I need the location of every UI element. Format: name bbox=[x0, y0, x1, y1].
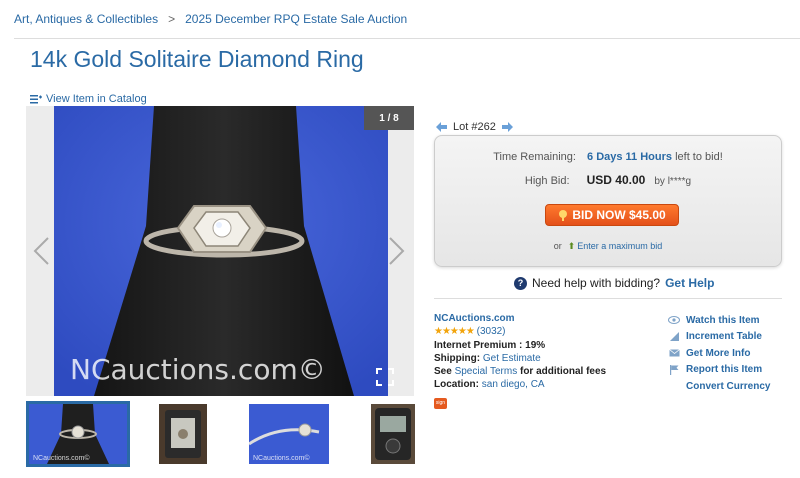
report-item-label: Report this Item bbox=[686, 364, 763, 376]
rating-stars: ★★★★★ bbox=[434, 326, 475, 338]
item-photo: NCauctions.com© bbox=[54, 106, 388, 396]
sign-badge-icon: sign bbox=[434, 397, 447, 409]
get-help-link[interactable]: Get Help bbox=[665, 276, 714, 290]
shipping-label: Shipping: bbox=[434, 352, 481, 364]
list-icon bbox=[30, 94, 42, 103]
enter-max-bid-link[interactable]: Enter a maximum bid bbox=[577, 241, 662, 251]
terms-prefix: See bbox=[434, 366, 452, 378]
high-bid-row: High Bid: USD 40.00 by l****g bbox=[435, 173, 781, 187]
question-icon: ? bbox=[514, 276, 527, 290]
previous-image-arrow-icon[interactable] bbox=[32, 236, 52, 266]
increment-table-label: Increment Table bbox=[686, 331, 762, 343]
time-remaining-suffix: left to bid! bbox=[675, 151, 723, 163]
gavel-icon bbox=[559, 209, 568, 221]
location-value[interactable]: san diego, CA bbox=[482, 379, 545, 390]
thumbnail-watermark: NCauctions.com© bbox=[33, 455, 90, 462]
increment-table-link[interactable]: Increment Table bbox=[668, 329, 770, 346]
eye-icon bbox=[668, 315, 680, 325]
next-image-arrow-icon[interactable] bbox=[386, 236, 406, 266]
divider bbox=[14, 38, 800, 39]
bidding-help: ? Need help with bidding? Get Help bbox=[514, 276, 714, 290]
breadcrumb-category-link[interactable]: Art, Antiques & Collectibles bbox=[14, 12, 158, 26]
view-in-catalog-link[interactable]: View Item in Catalog bbox=[30, 93, 147, 105]
thumbnail-4[interactable] bbox=[371, 404, 415, 464]
breadcrumb-auction-link[interactable]: 2025 December RPQ Estate Sale Auction bbox=[185, 12, 407, 26]
internet-premium-label: Internet Premium : bbox=[434, 339, 523, 351]
fullscreen-icon[interactable] bbox=[376, 368, 394, 386]
lot-number: Lot #262 bbox=[453, 121, 496, 133]
up-arrow-icon: ⬆ bbox=[567, 241, 576, 251]
currency-placeholder bbox=[668, 381, 680, 391]
envelope-icon bbox=[668, 348, 680, 358]
high-bid-amount: USD 40.00 bbox=[586, 173, 646, 187]
thumbnail-image bbox=[371, 404, 415, 464]
thumbnail-image bbox=[159, 404, 207, 464]
breadcrumb-separator: > bbox=[168, 12, 176, 26]
photo-watermark: NCauctions.com© bbox=[70, 353, 326, 386]
lot-navigation: Lot #262 bbox=[436, 121, 513, 133]
shipping-estimate-link[interactable]: Get Estimate bbox=[483, 353, 541, 364]
get-more-info-label: Get More Info bbox=[686, 347, 751, 359]
item-actions: Watch this Item Increment Table Get More… bbox=[668, 312, 770, 395]
divider bbox=[434, 298, 782, 299]
help-text: Need help with bidding? bbox=[532, 276, 661, 290]
thumbnail-watermark: NCauctions.com© bbox=[253, 455, 310, 462]
time-remaining-value: 6 Days 11 Hours bbox=[587, 151, 673, 163]
thumbnail-2[interactable] bbox=[159, 404, 207, 464]
high-bidder: by l****g bbox=[654, 176, 692, 187]
time-remaining-row: Time Remaining: 6 Days 11 Hours left to … bbox=[435, 151, 781, 163]
terms-suffix: for additional fees bbox=[519, 366, 607, 378]
or-text: or bbox=[553, 241, 562, 251]
thumbnail-3[interactable]: NCauctions.com© bbox=[249, 404, 329, 464]
special-terms-link[interactable]: Special Terms bbox=[455, 366, 518, 377]
seller-info: NCAuctions.com ★★★★★ (3032) Internet Pre… bbox=[434, 312, 606, 409]
high-bid-label: High Bid: bbox=[524, 175, 570, 187]
bidding-panel: Time Remaining: 6 Days 11 Hours left to … bbox=[434, 135, 782, 267]
page-title: 14k Gold Solitaire Diamond Ring bbox=[30, 46, 364, 72]
time-remaining-label: Time Remaining: bbox=[493, 151, 576, 163]
main-image-viewer[interactable]: NCauctions.com© 1 / 8 bbox=[26, 106, 414, 396]
watch-item-link[interactable]: Watch this Item bbox=[668, 312, 770, 329]
report-item-link[interactable]: Report this Item bbox=[668, 362, 770, 379]
location-label: Location: bbox=[434, 379, 479, 391]
seller-name-link[interactable]: NCAuctions.com bbox=[434, 313, 515, 324]
bid-now-label: BID NOW $45.00 bbox=[572, 208, 666, 222]
flag-icon bbox=[668, 364, 680, 375]
next-lot-arrow-icon[interactable] bbox=[501, 122, 513, 132]
convert-currency-label: Convert Currency bbox=[686, 380, 771, 392]
bid-now-button[interactable]: BID NOW $45.00 bbox=[545, 204, 679, 226]
catalog-link-label: View Item in Catalog bbox=[46, 93, 147, 105]
image-counter: 1 / 8 bbox=[364, 106, 414, 130]
watch-item-label: Watch this Item bbox=[686, 314, 760, 326]
max-bid-row: or ⬆ Enter a maximum bid bbox=[435, 241, 781, 252]
increment-icon bbox=[668, 332, 680, 342]
rating-count-link[interactable]: (3032) bbox=[477, 326, 506, 337]
previous-lot-arrow-icon[interactable] bbox=[436, 122, 447, 132]
thumbnail-1[interactable]: NCauctions.com© bbox=[26, 401, 130, 467]
get-more-info-link[interactable]: Get More Info bbox=[668, 345, 770, 362]
convert-currency-link[interactable]: Convert Currency bbox=[668, 378, 770, 395]
internet-premium-value: 19% bbox=[525, 339, 546, 351]
breadcrumb: Art, Antiques & Collectibles >2025 Decemb… bbox=[14, 12, 407, 26]
